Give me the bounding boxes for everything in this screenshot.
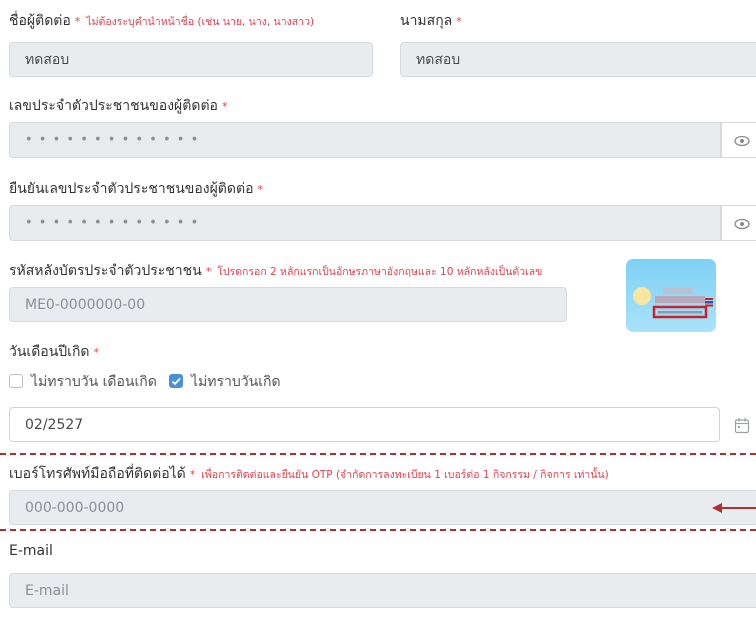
- phone-label-text: เบอร์โทรศัพท์มือถือที่ติดต่อได้: [9, 466, 186, 482]
- show-id-card-button[interactable]: [721, 122, 756, 158]
- email-label-text: E-mail: [9, 543, 53, 559]
- confirm-id-card-masked-value: • • • • • • • • • • • • •: [25, 215, 200, 231]
- calendar-icon[interactable]: [734, 417, 750, 434]
- birth-date-label-text: วันเดือนปีเกิด: [9, 344, 90, 360]
- laser-code-label: รหัสหลังบัตรประจำตัวประชาชน * โปรดกรอก 2 ห…: [9, 260, 542, 282]
- email-placeholder: E-mail: [25, 582, 69, 599]
- required-mark: *: [205, 265, 212, 278]
- phone-label: เบอร์โทรศัพท์มือถือที่ติดต่อได้ * เพื่อการ…: [9, 463, 609, 485]
- arrow-left-icon: [712, 503, 756, 513]
- highlight-bottom-dashed-border: [0, 529, 756, 531]
- email-label: E-mail: [9, 543, 53, 559]
- unknown-day-checkbox[interactable]: [169, 374, 183, 388]
- first-name-label: ชื่อผู้ติดต่อ * ไม่ต้องระบุคำนำหน้าชื่อ (เ…: [9, 10, 314, 32]
- laser-code-placeholder: ME0-0000000-00: [25, 296, 146, 313]
- required-mark: *: [93, 346, 100, 359]
- laser-code-label-text: รหัสหลังบัตรประจำตัวประชาชน: [9, 263, 202, 279]
- phone-input[interactable]: 000-000-0000: [9, 490, 756, 525]
- show-confirm-id-card-button[interactable]: [721, 205, 756, 241]
- last-name-label-text: นามสกุล: [400, 13, 453, 29]
- email-input[interactable]: E-mail: [9, 573, 756, 608]
- confirm-id-card-input[interactable]: • • • • • • • • • • • • •: [9, 205, 721, 241]
- check-icon: [171, 377, 181, 386]
- confirm-id-card-label-text: ยืนยันเลขประจำตัวประชาชนของผู้ติดต่อ: [9, 181, 254, 197]
- unknown-day-month-label[interactable]: ไม่ทราบวัน เดือนเกิด: [31, 371, 157, 393]
- last-name-value: ทดสอบ: [416, 51, 461, 68]
- first-name-label-text: ชื่อผู้ติดต่อ: [9, 13, 71, 29]
- birth-date-label: วันเดือนปีเกิด *: [9, 341, 99, 363]
- id-card-input[interactable]: • • • • • • • • • • • • •: [9, 122, 721, 158]
- highlight-top-dashed-border: [0, 453, 756, 455]
- id-card-masked-value: • • • • • • • • • • • • •: [25, 132, 200, 148]
- confirm-id-card-label: ยืนยันเลขประจำตัวประชาชนของผู้ติดต่อ *: [9, 178, 263, 200]
- required-mark: *: [74, 15, 81, 28]
- first-name-input[interactable]: ทดสอบ: [9, 42, 373, 77]
- laser-code-input[interactable]: ME0-0000000-00: [9, 287, 567, 322]
- id-card-label: เลขประจำตัวประชาชนของผู้ติดต่อ *: [9, 95, 227, 117]
- laser-code-note: โปรดกรอก 2 หลักแรกเป็นอักษรภาษาอังกฤษและ…: [217, 266, 543, 278]
- unknown-day-label[interactable]: ไม่ทราบวันเกิด: [191, 371, 281, 393]
- required-mark: *: [257, 183, 264, 196]
- id-card-label-text: เลขประจำตัวประชาชนของผู้ติดต่อ: [9, 98, 218, 114]
- phone-placeholder: 000-000-0000: [25, 499, 125, 516]
- required-mark: *: [456, 15, 462, 28]
- first-name-note: ไม่ต้องระบุคำนำหน้าชื่อ (เช่น นาย, นาง, …: [86, 16, 315, 28]
- eye-icon: [734, 218, 750, 230]
- unknown-day-month-checkbox[interactable]: [9, 374, 23, 388]
- birth-date-value: 02/2527: [25, 416, 84, 433]
- required-mark: *: [189, 468, 196, 481]
- phone-note: เพื่อการติดต่อและยืนยัน OTP (จำกัดการลงท…: [201, 469, 609, 481]
- last-name-input[interactable]: ทดสอบ: [400, 42, 756, 77]
- last-name-label: นามสกุล *: [400, 10, 462, 32]
- birth-date-input[interactable]: 02/2527: [9, 407, 720, 442]
- required-mark: *: [221, 100, 228, 113]
- first-name-value: ทดสอบ: [25, 51, 70, 68]
- eye-icon: [734, 135, 750, 147]
- id-card-back-illustration: [626, 259, 716, 332]
